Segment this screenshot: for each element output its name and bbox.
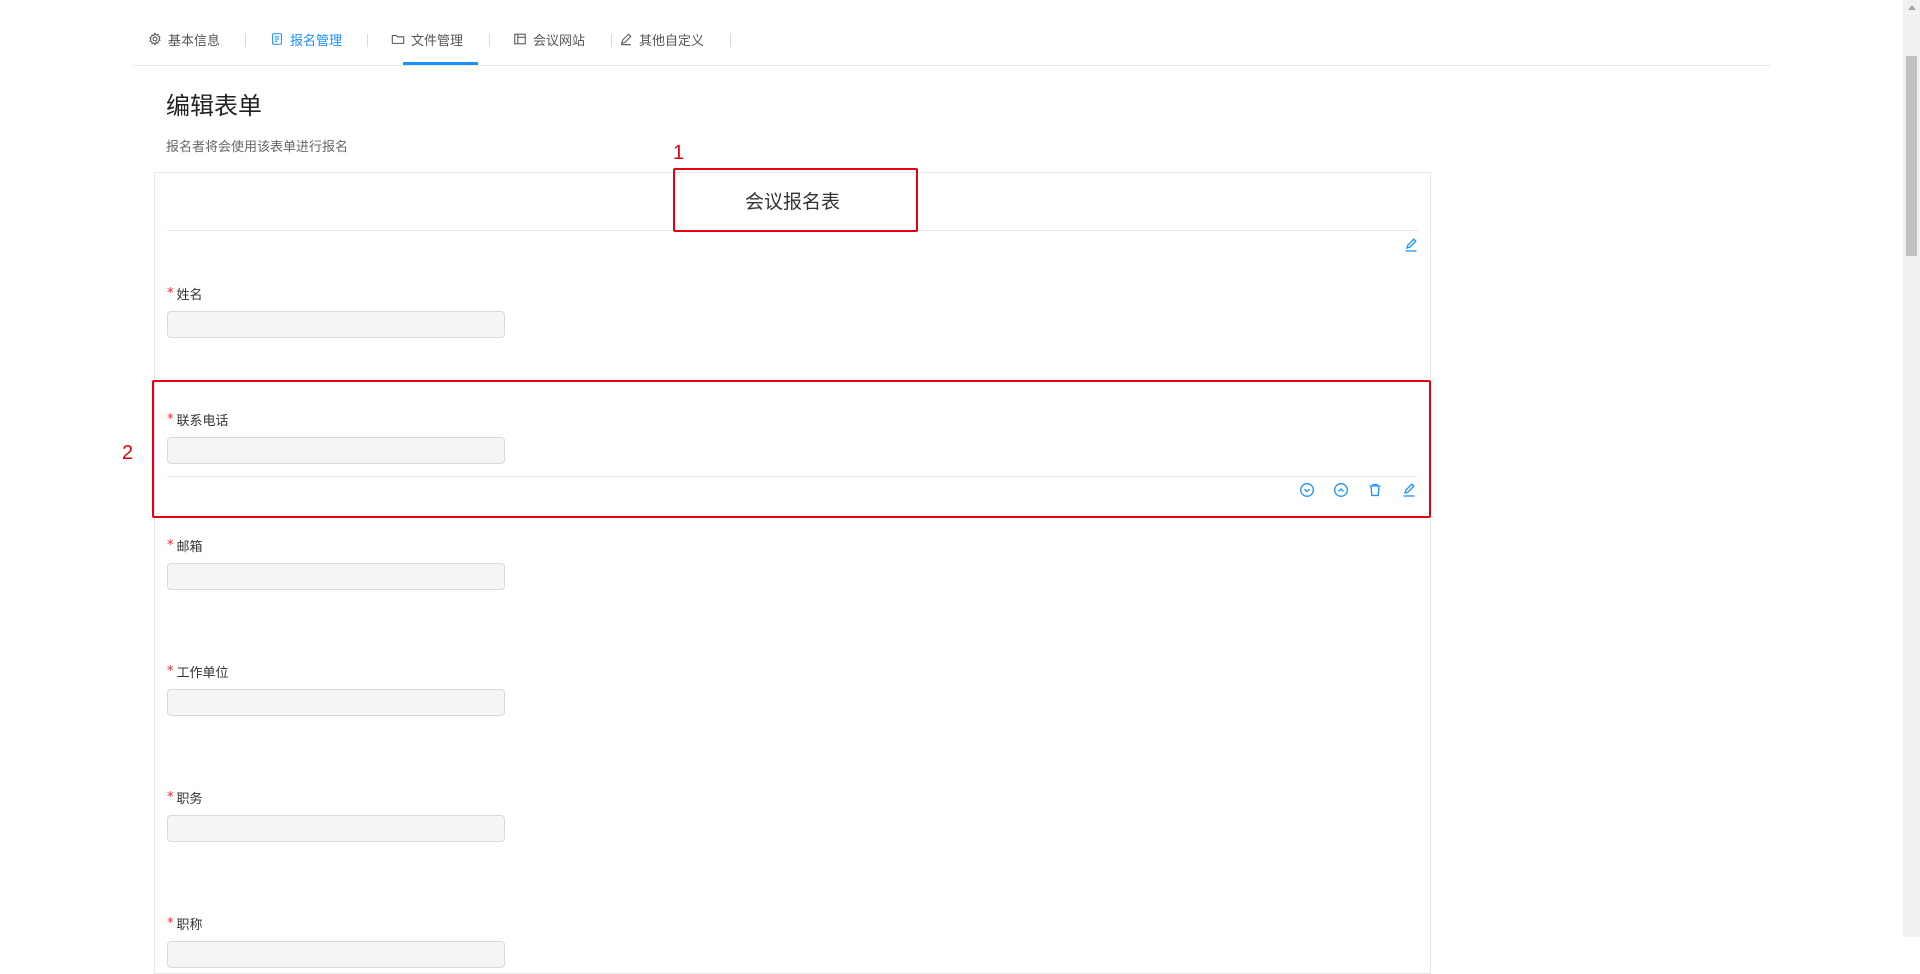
annotation-box (152, 380, 1431, 518)
field-label-text: 姓名 (176, 288, 203, 303)
required-marker: * (167, 538, 174, 553)
field-label: * 邮箱 (167, 536, 203, 555)
field-label-text: 工作单位 (176, 666, 229, 681)
email-input[interactable] (167, 563, 505, 590)
scroll-up-icon[interactable] (1908, 5, 1916, 10)
field-label: * 职称 (167, 914, 203, 933)
tab-basic-info[interactable]: 基本信息 (148, 28, 220, 50)
job-title-input[interactable] (167, 941, 505, 968)
required-marker: * (167, 790, 174, 805)
tab-divider (611, 34, 612, 47)
tab-label: 文件管理 (411, 33, 464, 49)
tab-file-management[interactable]: 文件管理 (391, 28, 463, 50)
tab-divider (245, 34, 246, 47)
tab-divider (367, 34, 368, 47)
tab-label: 报名管理 (290, 33, 343, 49)
scrollbar-thumb[interactable] (1906, 56, 1917, 256)
field-label: * 职务 (167, 788, 203, 807)
work-unit-input[interactable] (167, 689, 505, 716)
gear-icon (148, 32, 162, 46)
form-icon (270, 32, 284, 46)
field-label-text: 职称 (176, 918, 203, 933)
annotation-number: 2 (122, 442, 134, 464)
field-label: * 姓名 (167, 284, 203, 303)
folder-icon (391, 32, 405, 46)
tab-divider (730, 34, 731, 47)
top-tab-bar: 基本信息 报名管理 文件管理 会议网站 其他自定义 (133, 0, 1770, 66)
active-tab-indicator (403, 62, 478, 65)
tab-label: 其他自定义 (639, 33, 705, 49)
tab-label: 基本信息 (168, 33, 221, 49)
page-title: 编辑表单 (166, 92, 262, 120)
tab-label: 会议网站 (533, 33, 586, 49)
field-label-text: 邮箱 (176, 540, 203, 555)
tab-registration-management[interactable]: 报名管理 (270, 28, 342, 50)
page-description: 报名者将会使用该表单进行报名 (166, 140, 349, 155)
tab-other-custom[interactable]: 其他自定义 (619, 28, 704, 50)
tab-divider (489, 34, 490, 47)
annotation-number: 1 (673, 142, 685, 164)
position-input[interactable] (167, 815, 505, 842)
required-marker: * (167, 916, 174, 931)
edit-icon[interactable] (1403, 237, 1419, 253)
annotation-box (673, 168, 918, 232)
required-marker: * (167, 664, 174, 679)
form-canvas: 会议报名表 * 姓名 * 联系电话 * 邮箱 * 工作单位 * 职务 * 职称 (154, 172, 1431, 974)
required-marker: * (167, 286, 174, 301)
layout-icon (513, 32, 527, 46)
field-label-text: 职务 (176, 792, 203, 807)
tab-conference-website[interactable]: 会议网站 (513, 28, 585, 50)
name-input[interactable] (167, 311, 505, 338)
vertical-scrollbar[interactable] (1903, 0, 1920, 937)
pencil-icon (619, 32, 633, 46)
field-label: * 工作单位 (167, 662, 229, 681)
